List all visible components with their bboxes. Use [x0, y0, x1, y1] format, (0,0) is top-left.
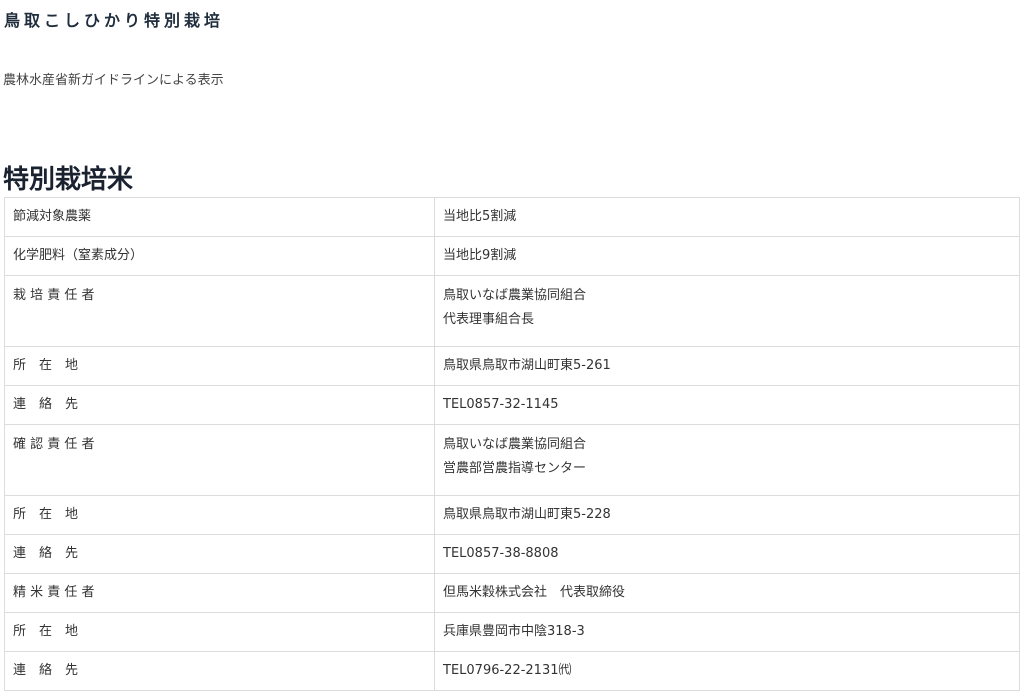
value-line: 当地比5割減 [443, 209, 517, 224]
row-label: 連 絡 先 [4, 651, 435, 691]
value-line: TEL0857-32-1145 [443, 397, 559, 412]
table-row: 精 米 責 任 者 但馬米穀株式会社 代表取締役 [4, 573, 1020, 613]
value-line: 兵庫県豊岡市中陰318-3 [443, 624, 585, 639]
row-value: TEL0857-32-1145 [434, 385, 1020, 425]
row-label: 栽 培 責 任 者 [4, 275, 435, 347]
row-value: 鳥取いなば農業協同組合 営農部営農指導センター [434, 424, 1020, 496]
table-row: 所 在 地 兵庫県豊岡市中陰318-3 [4, 612, 1020, 652]
table-row: 連 絡 先 TEL0857-32-1145 [4, 385, 1020, 425]
row-value: 当地比9割減 [434, 236, 1020, 276]
value-line: 鳥取いなば農業協同組合 [443, 437, 587, 452]
table-row: 節減対象農薬 当地比5割減 [4, 197, 1020, 237]
row-value: TEL0857-38-8808 [434, 534, 1020, 574]
row-label: 所 在 地 [4, 346, 435, 386]
section-title: 特別栽培米 [3, 165, 134, 195]
value-line: 鳥取いなば農業協同組合 [443, 288, 587, 303]
page-title: 鳥取こしひかり特別栽培 [4, 11, 225, 30]
row-label: 連 絡 先 [4, 385, 435, 425]
row-label: 連 絡 先 [4, 534, 435, 574]
table-row: 連 絡 先 TEL0796-22-2131㈹ [4, 651, 1020, 691]
table-row: 連 絡 先 TEL0857-38-8808 [4, 534, 1020, 574]
value-line: TEL0796-22-2131㈹ [443, 663, 572, 678]
table-row: 化学肥料（窒素成分） 当地比9割減 [4, 236, 1020, 276]
table-row: 栽 培 責 任 者 鳥取いなば農業協同組合 代表理事組合長 [4, 275, 1020, 347]
table-row: 確 認 責 任 者 鳥取いなば農業協同組合 営農部営農指導センター [4, 424, 1020, 496]
row-label: 精 米 責 任 者 [4, 573, 435, 613]
row-value: 鳥取県鳥取市湖山町東5-261 [434, 346, 1020, 386]
value-line: 鳥取県鳥取市湖山町東5-228 [443, 507, 611, 522]
row-label: 化学肥料（窒素成分） [4, 236, 435, 276]
row-value: 但馬米穀株式会社 代表取締役 [434, 573, 1020, 613]
value-line: 代表理事組合長 [443, 312, 535, 327]
cultivation-info-table: 節減対象農薬 当地比5割減 化学肥料（窒素成分） 当地比9割減 栽 培 責 任 … [4, 197, 1020, 691]
value-line: 営農部営農指導センター [443, 461, 587, 476]
table-row: 所 在 地 鳥取県鳥取市湖山町東5-261 [4, 346, 1020, 386]
table-row: 所 在 地 鳥取県鳥取市湖山町東5-228 [4, 495, 1020, 535]
row-value: 兵庫県豊岡市中陰318-3 [434, 612, 1020, 652]
value-line: 但馬米穀株式会社 代表取締役 [443, 585, 626, 600]
row-label: 節減対象農薬 [4, 197, 435, 237]
row-value: 当地比5割減 [434, 197, 1020, 237]
row-value: 鳥取県鳥取市湖山町東5-228 [434, 495, 1020, 535]
value-line: 当地比9割減 [443, 248, 517, 263]
row-value: TEL0796-22-2131㈹ [434, 651, 1020, 691]
value-line: 鳥取県鳥取市湖山町東5-261 [443, 358, 611, 373]
row-label: 確 認 責 任 者 [4, 424, 435, 496]
page-subtitle: 農林水産省新ガイドラインによる表示 [3, 73, 224, 88]
row-label: 所 在 地 [4, 495, 435, 535]
row-value: 鳥取いなば農業協同組合 代表理事組合長 [434, 275, 1020, 347]
row-label: 所 在 地 [4, 612, 435, 652]
value-line: TEL0857-38-8808 [443, 546, 559, 561]
